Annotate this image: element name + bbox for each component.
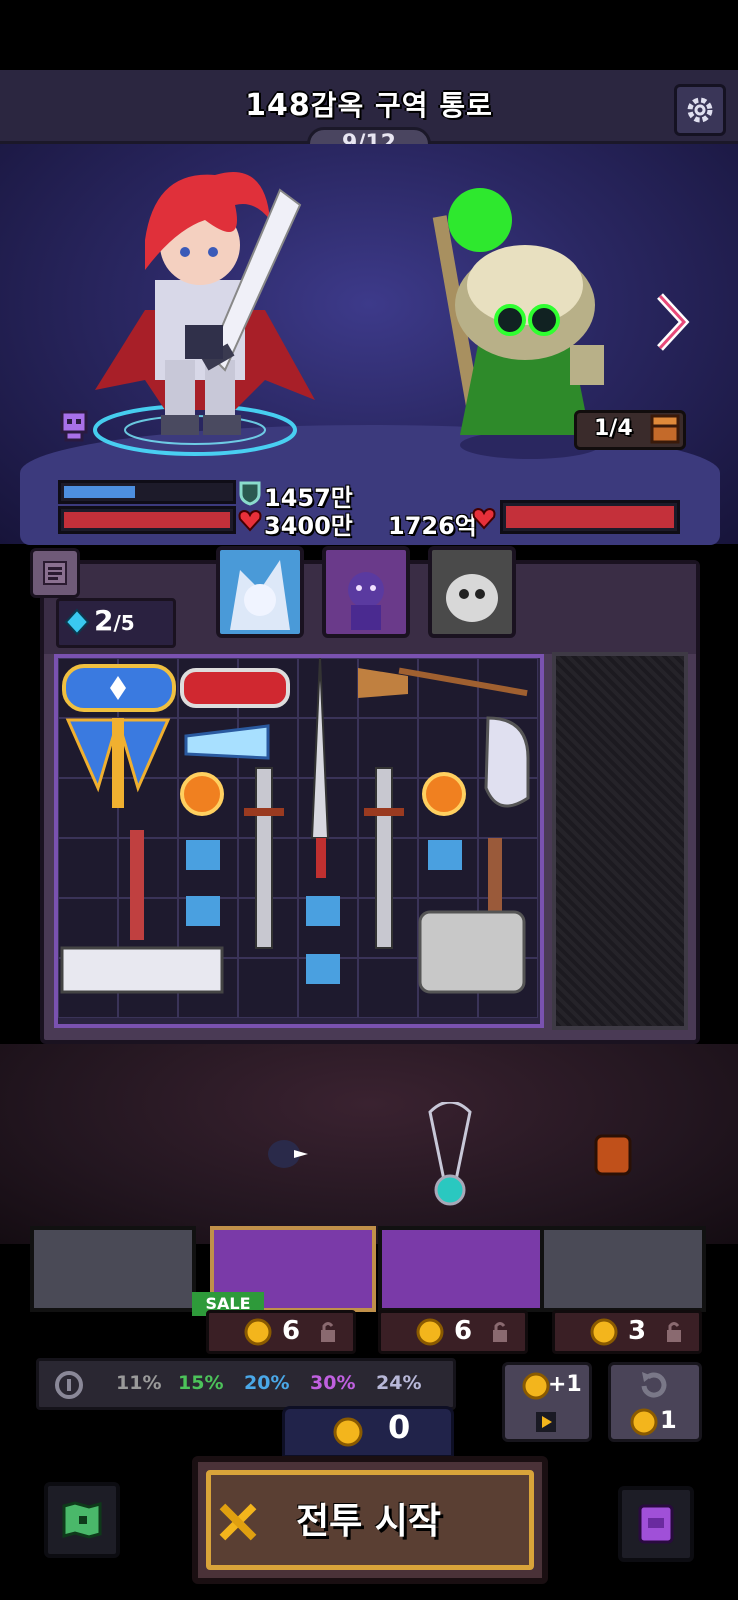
gem-count-current: 2 bbox=[94, 604, 114, 637]
imp-portrait-icon bbox=[348, 572, 384, 630]
shop-price-2-value: 6 bbox=[454, 1316, 473, 1346]
hero-hp-bar bbox=[58, 506, 236, 534]
odds-rare: 20% bbox=[244, 1372, 290, 1394]
shop-price-1-value: 6 bbox=[282, 1316, 301, 1346]
settings-button[interactable] bbox=[674, 84, 726, 136]
skull-icon bbox=[60, 410, 88, 442]
character-card-wolf[interactable] bbox=[216, 546, 304, 638]
crossed-swords-icon bbox=[219, 1503, 257, 1541]
sword-left-item bbox=[244, 767, 284, 949]
storage-slot[interactable] bbox=[552, 652, 688, 1030]
shop-slot-empty bbox=[30, 1226, 196, 1312]
pet-bird-icon bbox=[268, 1140, 308, 1168]
gem-count: 2/5 bbox=[94, 604, 135, 637]
long-spear-item bbox=[310, 658, 330, 878]
gear-icon bbox=[687, 97, 713, 123]
shop-price-3-value: 3 bbox=[628, 1316, 647, 1346]
necklace-icon[interactable] bbox=[420, 1102, 480, 1212]
broom-item bbox=[358, 667, 528, 698]
status-bar bbox=[0, 0, 738, 70]
refresh-cost: 1 bbox=[660, 1406, 677, 1434]
odds-epic: 30% bbox=[310, 1372, 356, 1394]
coin-icon bbox=[630, 1408, 658, 1436]
stage-title: 148감옥 구역 통로 bbox=[0, 84, 738, 124]
gem-count-max: /5 bbox=[113, 611, 135, 635]
silver-glove-item bbox=[484, 716, 530, 808]
map-icon bbox=[62, 1501, 102, 1539]
red-potion-item bbox=[180, 668, 290, 708]
refresh-icon bbox=[641, 1372, 667, 1398]
map-button[interactable] bbox=[44, 1482, 120, 1558]
odds-common: 11% bbox=[116, 1372, 162, 1394]
next-enemy-arrow-icon[interactable] bbox=[656, 292, 690, 352]
coin-icon bbox=[244, 1318, 272, 1346]
coin-icon bbox=[333, 1417, 363, 1447]
coin-icon bbox=[590, 1318, 618, 1346]
helmet-icon bbox=[594, 1134, 632, 1176]
shield-icon bbox=[239, 481, 261, 506]
ghost-portrait-icon bbox=[446, 574, 498, 622]
enemy-hp-bar bbox=[500, 500, 680, 534]
stage-name: 감옥 구역 통로 bbox=[310, 89, 493, 122]
odds-uncommon: 15% bbox=[178, 1372, 224, 1394]
info-icon[interactable] bbox=[54, 1370, 84, 1400]
stage-number: 148 bbox=[245, 88, 311, 123]
coin-icon bbox=[522, 1372, 550, 1400]
lock-icon[interactable] bbox=[318, 1320, 338, 1344]
odds-legendary: 24% bbox=[376, 1372, 422, 1394]
start-battle-label: 전투 시작 bbox=[296, 1501, 442, 1542]
gold-counter bbox=[282, 1406, 454, 1458]
sword-right-item bbox=[364, 767, 404, 949]
shop-slot-3[interactable] bbox=[540, 1226, 706, 1312]
enemy-hp-fill bbox=[506, 506, 674, 528]
shop-slot-2[interactable] bbox=[378, 1226, 544, 1312]
enemy-hp-value: 1726억 bbox=[388, 512, 477, 540]
hero-hp-value: 3400만 bbox=[264, 512, 353, 540]
treasure-chest-icon bbox=[650, 414, 680, 444]
lock-icon[interactable] bbox=[490, 1320, 510, 1344]
coin-icon bbox=[416, 1318, 444, 1346]
hero-knight bbox=[93, 172, 315, 456]
hero-shield-fill bbox=[64, 486, 136, 498]
heart-icon bbox=[238, 509, 262, 532]
gold-amount: 0 bbox=[388, 1408, 411, 1446]
wolf-portrait-icon bbox=[230, 560, 290, 630]
winged-amulet-item bbox=[65, 718, 171, 808]
video-ad-icon bbox=[536, 1412, 556, 1432]
ad-bonus-amount: +1 bbox=[548, 1372, 582, 1397]
list-icon bbox=[43, 561, 67, 585]
character-card-imp[interactable] bbox=[322, 546, 410, 638]
hero-hp-fill bbox=[64, 512, 230, 528]
inventory-items bbox=[60, 658, 530, 994]
blue-scroll-item bbox=[62, 664, 176, 712]
inventory-menu-button[interactable] bbox=[30, 548, 80, 598]
blue-crystal-item bbox=[184, 724, 270, 760]
enemy-heart-icon bbox=[472, 507, 496, 530]
lock-icon[interactable] bbox=[664, 1320, 684, 1344]
diamond-icon bbox=[64, 608, 90, 636]
book-icon bbox=[638, 1504, 674, 1544]
character-card-ghost[interactable] bbox=[428, 546, 516, 638]
enemy-count-text: 1/4 bbox=[594, 416, 633, 441]
hero-shield-bar bbox=[58, 480, 236, 504]
codex-button[interactable] bbox=[618, 1486, 694, 1562]
